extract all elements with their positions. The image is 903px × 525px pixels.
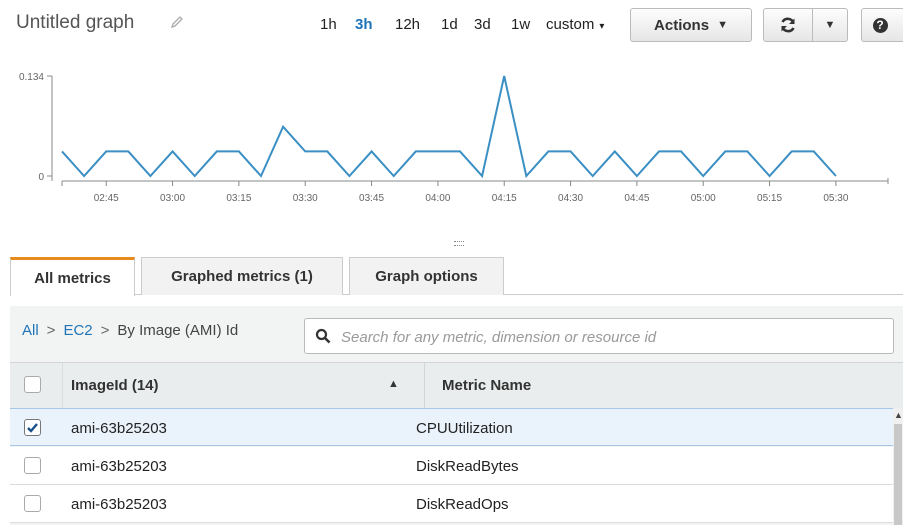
x-tick-label: 02:45 <box>94 193 119 204</box>
scrollbar-thumb[interactable] <box>894 424 902 525</box>
tab-graphed-metrics[interactable]: Graphed metrics (1) <box>141 257 343 295</box>
cell-image-id: ami-63b25203 <box>71 420 167 437</box>
cell-image-id: ami-63b25203 <box>71 496 167 513</box>
range-3d[interactable]: 3d <box>474 16 491 33</box>
search-icon <box>315 328 331 344</box>
breadcrumb: All > EC2 > By Image (AMI) Id <box>22 322 238 339</box>
select-all-checkbox[interactable] <box>24 376 41 393</box>
caret-down-icon: ▼ <box>824 19 836 31</box>
x-tick-label: 03:30 <box>293 193 318 204</box>
help-icon: ? <box>872 17 888 33</box>
x-tick-label: 03:00 <box>160 193 185 204</box>
search-box <box>304 318 894 355</box>
column-divider <box>424 363 425 409</box>
tab-graph-options[interactable]: Graph options <box>349 257 504 295</box>
actions-button[interactable]: Actions ▼ <box>630 8 752 42</box>
cell-metric-name: DiskReadBytes <box>416 458 519 475</box>
y-tick-label: 0.134 <box>19 72 44 83</box>
column-header-imageid[interactable]: ImageId (14) <box>71 377 159 394</box>
column-header-metric-name[interactable]: Metric Name <box>442 377 531 394</box>
caret-down-icon: ▼ <box>717 19 728 31</box>
y-tick-label: 0 <box>38 172 44 183</box>
tab-all-metrics[interactable]: All metrics <box>10 257 135 296</box>
metrics-panel: All > EC2 > By Image (AMI) Id ImageId (14) ▲… <box>10 306 903 525</box>
caret-down-icon: ▾ <box>599 21 605 32</box>
x-tick-label: 03:45 <box>359 193 384 204</box>
x-tick-label: 04:30 <box>558 193 583 204</box>
range-1h[interactable]: 1h <box>320 16 337 33</box>
table-row[interactable]: ami-63b25203 DiskReadBytes <box>10 447 893 485</box>
tab-graph-options-label: Graph options <box>375 268 478 285</box>
cell-metric-name: DiskReadOps <box>416 496 509 513</box>
range-12h[interactable]: 12h <box>395 16 420 33</box>
table-row[interactable]: ami-63b25203 CPUUtilization <box>10 408 893 446</box>
breadcrumb-ec2[interactable]: EC2 <box>63 322 92 339</box>
series-line-cpuutilization <box>61 75 837 179</box>
refresh-icon <box>781 17 795 33</box>
breadcrumb-separator: > <box>100 322 110 339</box>
pencil-icon[interactable] <box>170 15 184 29</box>
x-tick-label: 05:00 <box>691 193 716 204</box>
help-button[interactable]: ? <box>861 8 903 42</box>
refresh-button[interactable] <box>763 8 813 42</box>
x-tick-label: 05:15 <box>757 193 782 204</box>
row-checkbox[interactable] <box>24 457 41 474</box>
row-checkbox[interactable] <box>24 419 41 436</box>
search-input[interactable] <box>339 319 883 355</box>
breadcrumb-separator: > <box>46 322 56 339</box>
x-tick-label: 04:00 <box>425 193 450 204</box>
scroll-up-icon[interactable]: ▲ <box>894 410 903 420</box>
metric-line-chart: 0.134 0 02:45 03:00 03:15 03:30 03:45 04:00 04:1… <box>19 72 889 204</box>
range-custom-label: custom <box>546 16 595 33</box>
x-tick-label: 05:30 <box>823 193 848 204</box>
breadcrumb-current: By Image (AMI) Id <box>117 322 239 339</box>
range-custom[interactable]: custom ▾ <box>546 16 604 33</box>
row-checkbox[interactable] <box>24 495 41 512</box>
table-scrollbar[interactable]: ▲ <box>893 408 903 525</box>
tab-all-metrics-label: All metrics <box>34 269 111 287</box>
x-tick-label: 04:45 <box>624 193 649 204</box>
x-tick-label: 03:15 <box>226 193 251 204</box>
cell-metric-name: CPUUtilization <box>416 420 513 437</box>
breadcrumb-all[interactable]: All <box>22 322 39 339</box>
x-tick-label: 04:15 <box>492 193 517 204</box>
sort-ascending-icon[interactable]: ▲ <box>388 378 399 390</box>
range-1w[interactable]: 1w <box>511 16 530 33</box>
actions-label: Actions <box>654 16 710 34</box>
table-header: ImageId (14) ▲ Metric Name <box>10 362 903 410</box>
checkmark-icon <box>27 423 38 433</box>
tab-graphed-metrics-label: Graphed metrics (1) <box>171 268 313 285</box>
table-row[interactable]: ami-63b25203 DiskReadOps <box>10 485 893 523</box>
column-divider <box>62 363 63 409</box>
graph-title[interactable]: Untitled graph <box>16 12 134 34</box>
range-1d[interactable]: 1d <box>441 16 458 33</box>
cell-image-id: ami-63b25203 <box>71 458 167 475</box>
resize-handle[interactable] <box>454 241 464 246</box>
refresh-options-button[interactable]: ▼ <box>812 8 848 42</box>
range-3h[interactable]: 3h <box>355 16 373 33</box>
